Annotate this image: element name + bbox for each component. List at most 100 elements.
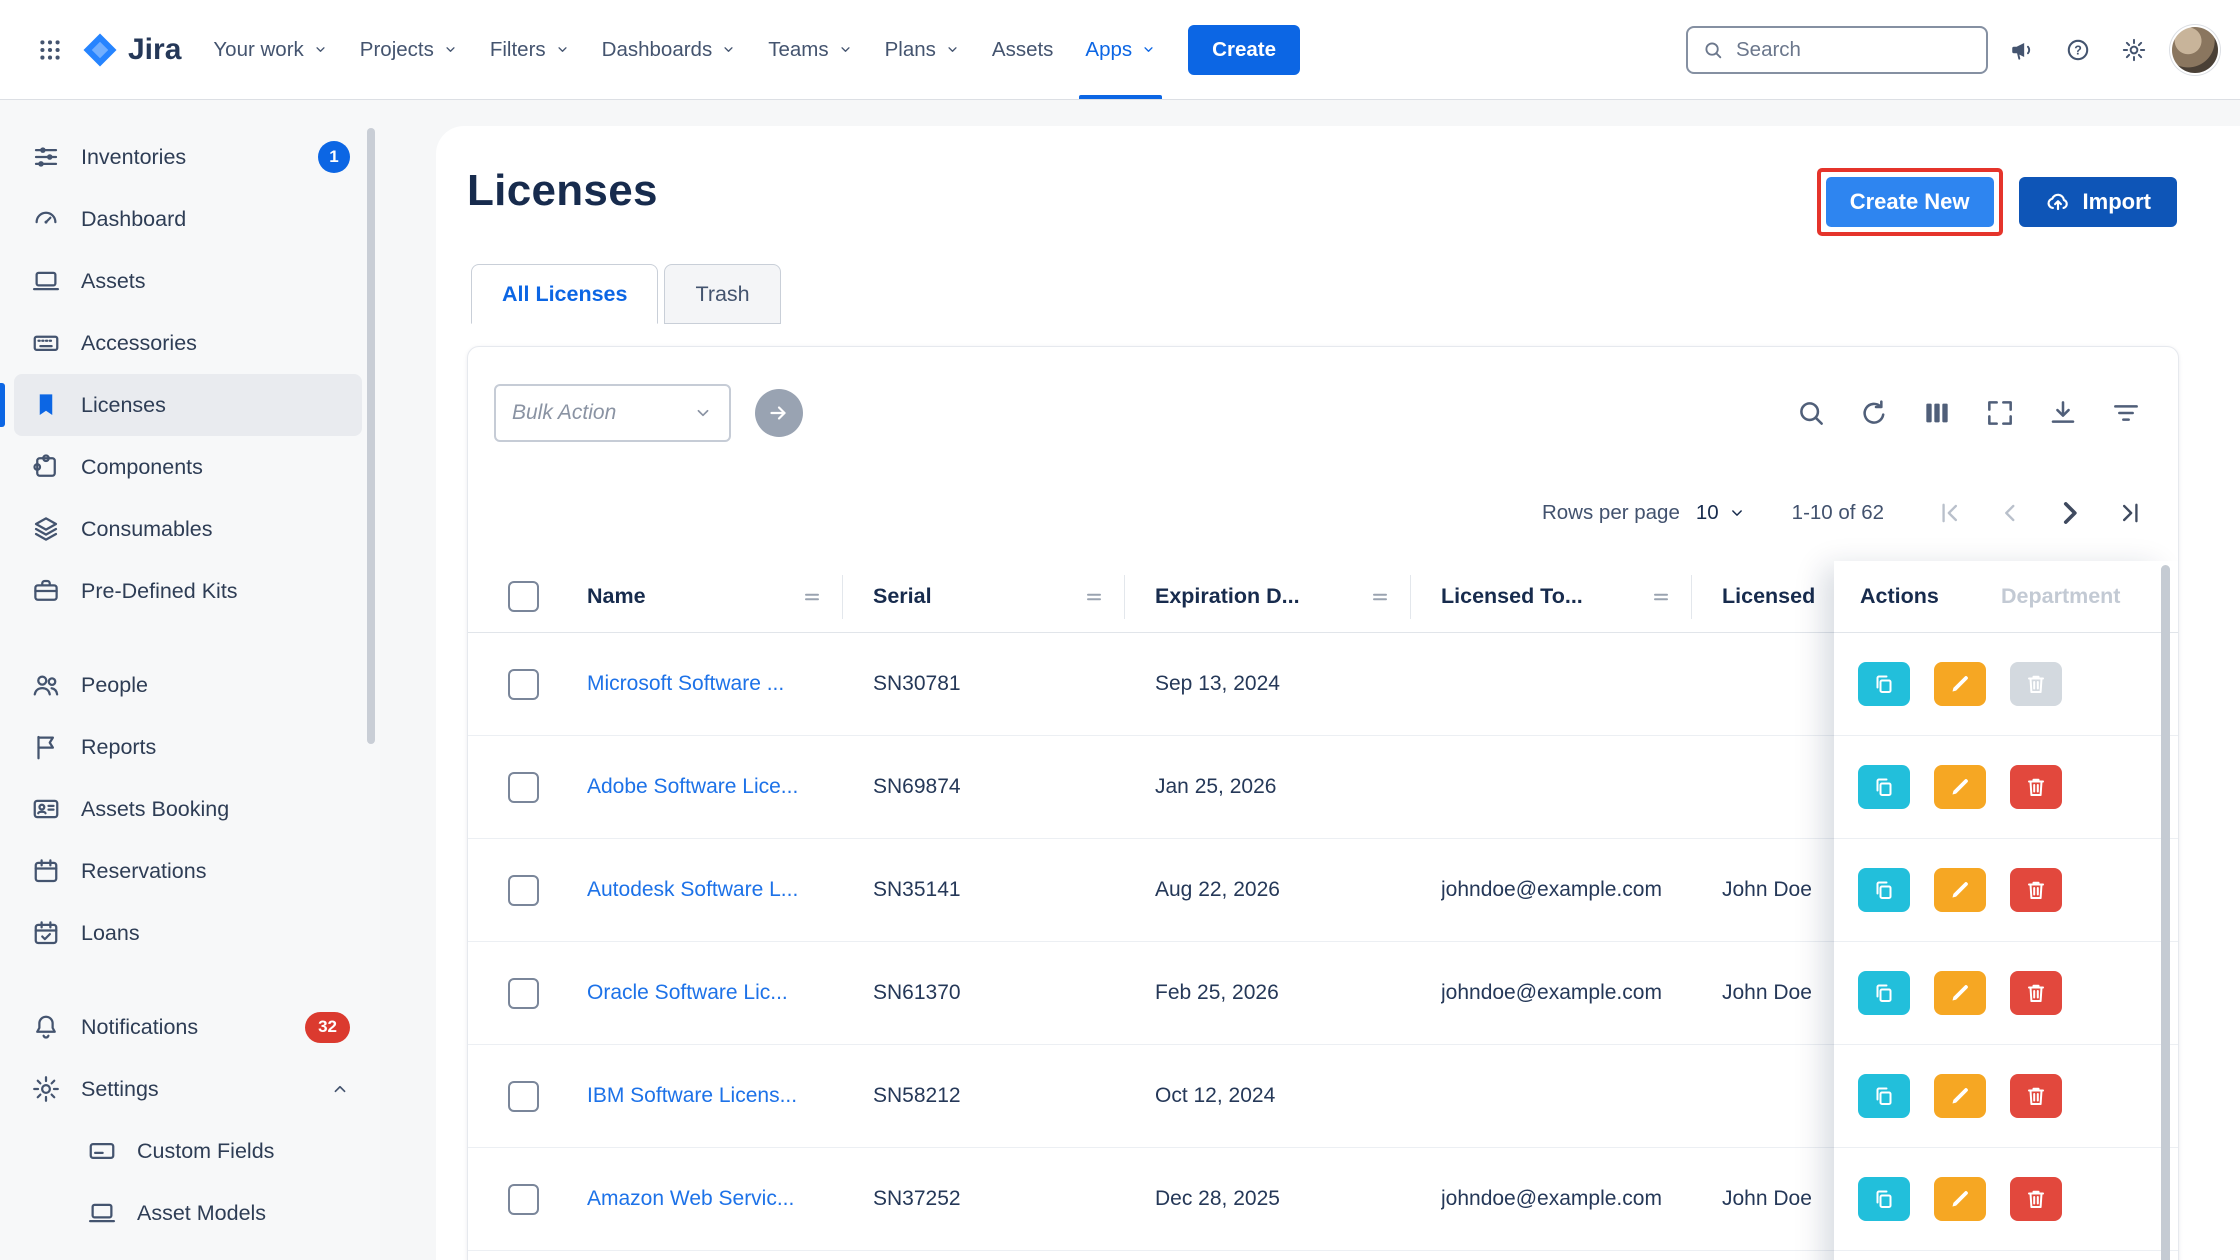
sidebar-item-reports[interactable]: Reports (14, 716, 362, 778)
refresh-icon[interactable] (1852, 391, 1896, 435)
sidebar-item-licenses[interactable]: Licenses (14, 374, 362, 436)
sidebar-item-assets-booking[interactable]: Assets Booking (14, 778, 362, 840)
copy-action-button[interactable] (1858, 1177, 1910, 1221)
copy-action-button[interactable] (1858, 765, 1910, 809)
edit-action-button[interactable] (1934, 1074, 1986, 1118)
help-icon[interactable]: ? (2054, 26, 2102, 74)
row-checkbox[interactable] (508, 978, 539, 1009)
sidebar-item-accessories[interactable]: Accessories (14, 312, 362, 374)
drag-handle-icon[interactable] (1649, 585, 1673, 609)
edit-action-button[interactable] (1934, 765, 1986, 809)
apply-bulk-action-button[interactable] (755, 389, 803, 437)
next-page-icon[interactable] (2048, 491, 2092, 535)
table-scrollbar-thumb[interactable] (2161, 565, 2170, 1260)
licensed-to-cell: johndoe@example.com (1441, 981, 1722, 1005)
row-checkbox[interactable] (508, 875, 539, 906)
sidebar-item-assets[interactable]: Assets (14, 250, 362, 312)
previous-page-icon[interactable] (1988, 491, 2032, 535)
license-name-link[interactable]: Microsoft Software ... (587, 672, 784, 695)
column-header-expiration-d[interactable]: Expiration D... (1155, 575, 1411, 619)
nav-item-your-work[interactable]: Your work (197, 0, 343, 99)
edit-action-button[interactable] (1934, 868, 1986, 912)
bulk-action-select[interactable]: Bulk Action (494, 384, 731, 442)
nav-item-projects[interactable]: Projects (344, 0, 474, 99)
search-icon[interactable] (1789, 391, 1833, 435)
user-avatar[interactable] (2172, 27, 2218, 73)
column-header-licensed-to[interactable]: Licensed To... (1441, 575, 1692, 619)
sidebar-item-dashboard[interactable]: Dashboard (14, 188, 362, 250)
delete-action-button[interactable] (2010, 868, 2062, 912)
nav-item-dashboards[interactable]: Dashboards (586, 0, 753, 99)
filter-icon[interactable] (2104, 391, 2148, 435)
sidebar-scrollbar[interactable] (367, 128, 375, 744)
sidebar-item-notifications[interactable]: Notifications32 (14, 996, 362, 1058)
sidebar-item-components[interactable]: Components (14, 436, 362, 498)
import-button[interactable]: Import (2019, 177, 2177, 227)
global-search[interactable] (1686, 26, 1988, 74)
settings-gear-icon[interactable] (2110, 26, 2158, 74)
nav-item-assets[interactable]: Assets (976, 0, 1070, 99)
serial-cell: SN58212 (873, 1084, 1155, 1108)
create-button[interactable]: Create (1188, 25, 1300, 75)
jira-logo[interactable]: Jira (82, 32, 181, 68)
drag-handle-icon[interactable] (1368, 585, 1392, 609)
delete-action-button[interactable] (2010, 1177, 2062, 1221)
fullscreen-icon[interactable] (1978, 391, 2022, 435)
chevron-down-icon (693, 403, 713, 423)
tab-trash[interactable]: Trash (664, 264, 780, 324)
row-checkbox[interactable] (508, 669, 539, 700)
edit-action-button[interactable] (1934, 1177, 1986, 1221)
edit-action-button[interactable] (1934, 971, 1986, 1015)
app-switcher-icon[interactable] (26, 26, 74, 74)
delete-action-button[interactable] (2010, 765, 2062, 809)
nav-item-plans[interactable]: Plans (869, 0, 976, 99)
row-checkbox[interactable] (508, 1081, 539, 1112)
sidebar-item-inventories[interactable]: Inventories1 (14, 126, 362, 188)
row-checkbox[interactable] (508, 772, 539, 803)
chevron-down-icon (945, 42, 960, 57)
serial-cell: SN30781 (873, 672, 1155, 696)
rows-per-page-select[interactable]: 10 (1696, 501, 1746, 525)
drag-handle-icon[interactable] (1082, 585, 1106, 609)
copy-action-button[interactable] (1858, 868, 1910, 912)
sidebar-item-asset-models[interactable]: Asset Models (14, 1182, 362, 1244)
delete-action-button[interactable] (2010, 971, 2062, 1015)
sidebar-item-custom-fields[interactable]: Custom Fields (14, 1120, 362, 1182)
edit-action-button[interactable] (1934, 662, 1986, 706)
copy-action-button[interactable] (1858, 662, 1910, 706)
sidebar-item-reservations[interactable]: Reservations (14, 840, 362, 902)
search-input[interactable] (1734, 37, 1972, 63)
license-name-link[interactable]: Autodesk Software L... (587, 878, 798, 901)
delete-action-button[interactable] (2010, 662, 2062, 706)
license-name-link[interactable]: IBM Software Licens... (587, 1084, 797, 1107)
row-checkbox[interactable] (508, 1184, 539, 1215)
license-name-link[interactable]: Oracle Software Lic... (587, 981, 788, 1004)
announcements-icon[interactable] (1998, 26, 2046, 74)
column-header-name[interactable]: Name (587, 575, 843, 619)
sidebar-item-consumables[interactable]: Consumables (14, 498, 362, 560)
license-name-link[interactable]: Adobe Software Lice... (587, 775, 798, 798)
table-scrollbar[interactable] (2161, 565, 2170, 1260)
delete-action-button[interactable] (2010, 1074, 2062, 1118)
create-new-button[interactable]: Create New (1826, 177, 1994, 227)
license-name-link[interactable]: Amazon Web Servic... (587, 1187, 794, 1210)
first-page-icon[interactable] (1928, 491, 1972, 535)
sidebar-item-pre-defined-kits[interactable]: Pre-Defined Kits (14, 560, 362, 622)
tab-all-licenses[interactable]: All Licenses (471, 264, 658, 324)
sidebar-group-gap (14, 964, 362, 996)
download-icon[interactable] (2041, 391, 2085, 435)
copy-action-button[interactable] (1858, 1074, 1910, 1118)
sidebar-item-people[interactable]: People (14, 654, 362, 716)
drag-handle-icon[interactable] (800, 585, 824, 609)
columns-icon[interactable] (1915, 391, 1959, 435)
sidebar-item-settings[interactable]: Settings (14, 1058, 362, 1120)
nav-item-filters[interactable]: Filters (474, 0, 586, 99)
primary-nav: Your workProjectsFiltersDashboardsTeamsP… (197, 0, 1172, 99)
column-header-serial[interactable]: Serial (873, 575, 1125, 619)
select-all-checkbox[interactable] (508, 581, 539, 612)
nav-item-teams[interactable]: Teams (752, 0, 868, 99)
copy-action-button[interactable] (1858, 971, 1910, 1015)
sidebar-item-loans[interactable]: Loans (14, 902, 362, 964)
nav-item-apps[interactable]: Apps (1069, 0, 1172, 99)
last-page-icon[interactable] (2108, 491, 2152, 535)
